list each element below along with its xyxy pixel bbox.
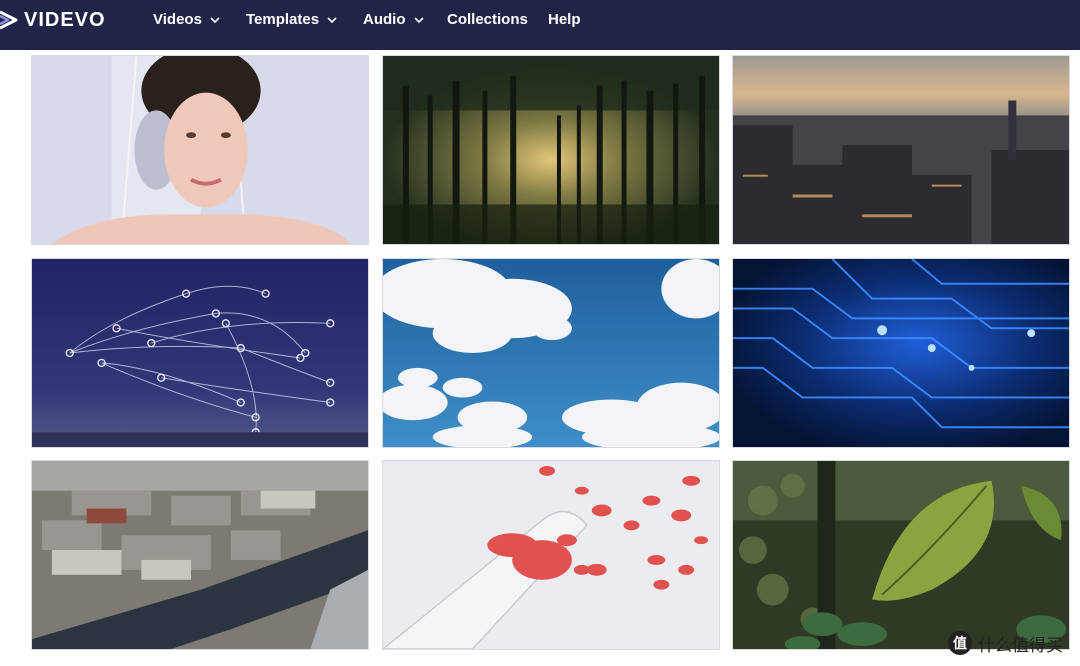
city-dusk-image bbox=[733, 56, 1069, 244]
video-thumbnail-network-nodes[interactable] bbox=[31, 258, 369, 448]
nav-audio[interactable]: Audio bbox=[363, 10, 425, 30]
nav-templates[interactable]: Templates bbox=[246, 10, 338, 30]
video-thumbnail-green-leaves[interactable] bbox=[732, 460, 1070, 650]
nav-help-label: Help bbox=[548, 11, 581, 28]
forest-image bbox=[383, 56, 719, 244]
brand-name: VIDEVO bbox=[24, 8, 106, 31]
top-navbar: VIDEVO Videos Templates Audio Collection… bbox=[0, 0, 1080, 50]
chevron-down-icon bbox=[327, 17, 337, 24]
video-thumbnail-blue-sky-clouds[interactable] bbox=[382, 258, 720, 448]
video-thumbnail-circuit-board[interactable] bbox=[732, 258, 1070, 448]
video-thumbnail-forest-sunrise[interactable] bbox=[382, 55, 720, 245]
nav-templates-label: Templates bbox=[246, 11, 320, 28]
nav-audio-label: Audio bbox=[363, 11, 406, 28]
watermark-text: 什么值得买 bbox=[978, 635, 1063, 656]
chevron-down-icon bbox=[210, 17, 220, 24]
video-thumbnail-aerial-industrial[interactable] bbox=[31, 460, 369, 650]
video-thumbnail-city-dusk[interactable] bbox=[732, 55, 1070, 245]
videvo-logo[interactable]: VIDEVO bbox=[0, 6, 106, 34]
chevron-down-icon bbox=[413, 17, 424, 24]
green-leaves-image bbox=[733, 461, 1069, 649]
nav-collections-label: Collections bbox=[447, 11, 528, 28]
videvo-logo-icon bbox=[0, 10, 18, 30]
woman-portrait-image bbox=[32, 56, 368, 244]
circuit-board-image bbox=[733, 259, 1069, 447]
nav-collections[interactable]: Collections bbox=[447, 10, 528, 30]
glass-hearts-image bbox=[383, 461, 719, 649]
nav-videos[interactable]: Videos bbox=[153, 10, 221, 30]
video-thumbnail-glass-hearts[interactable] bbox=[382, 460, 720, 650]
clouds-image bbox=[383, 259, 719, 447]
watermark-logo-icon: 值 bbox=[948, 631, 972, 655]
aerial-industrial-image bbox=[32, 461, 368, 649]
watermark: 值 什么值得买 bbox=[948, 630, 1063, 656]
video-thumbnail-woman-portrait[interactable] bbox=[31, 55, 369, 245]
nav-help[interactable]: Help bbox=[548, 10, 581, 30]
nav-videos-label: Videos bbox=[153, 11, 202, 28]
network-nodes-image bbox=[32, 259, 368, 447]
